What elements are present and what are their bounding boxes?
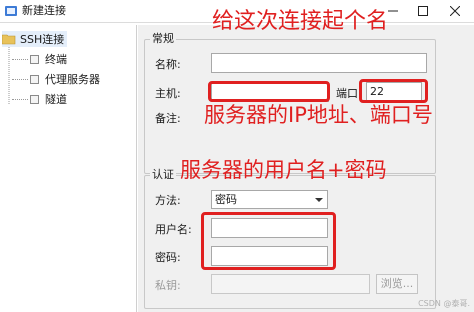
tree-item-label: SSH连接: [20, 33, 65, 46]
name-annotation: 给这次连接起个名: [212, 9, 389, 34]
method-select[interactable]: 密码: [211, 190, 328, 209]
tree-item-label: 代理服务器: [45, 73, 100, 86]
maximize-button[interactable]: [408, 1, 438, 21]
credentials-annotation: 服务器的用户名+密码: [180, 158, 387, 182]
minimize-icon: [388, 10, 398, 12]
name-label: 名称:: [155, 58, 181, 71]
browse-button[interactable]: 浏览...: [376, 274, 418, 294]
tree-item-ssh[interactable]: SSH连接: [2, 31, 68, 47]
host-highlight-box: [208, 81, 330, 102]
port-label: 端口:: [336, 87, 362, 100]
close-button[interactable]: [440, 1, 470, 21]
tree-item-label: 终端: [45, 53, 67, 66]
tree-item-proxy[interactable]: 代理服务器: [12, 71, 100, 87]
window-title: 新建连接: [22, 4, 66, 17]
host-label: 主机:: [155, 87, 181, 100]
credentials-highlight-box: [201, 212, 336, 270]
chevron-down-icon: [315, 198, 323, 202]
method-label: 方法:: [155, 194, 181, 207]
auth-group-title: 认证: [150, 168, 176, 181]
navigation-tree: SSH连接 终端 代理服务器 隧道: [0, 25, 137, 312]
general-group-title: 常规: [150, 32, 176, 45]
leaf-icon: [30, 74, 39, 84]
name-input[interactable]: [211, 53, 427, 73]
tree-item-tunnel[interactable]: 隧道: [12, 91, 67, 107]
username-label: 用户名:: [155, 223, 192, 236]
leaf-icon: [30, 94, 39, 104]
method-select-value: 密码: [215, 193, 237, 206]
note-label: 备注:: [155, 112, 181, 125]
leaf-icon: [30, 54, 39, 64]
tree-item-label: 隧道: [45, 93, 67, 106]
tree-connector: [12, 78, 28, 80]
close-icon: [450, 6, 460, 16]
tree-item-terminal[interactable]: 终端: [12, 51, 67, 67]
folder-open-icon: [2, 34, 16, 45]
tree-connector: [12, 58, 28, 60]
host-port-annotation: 服务器的IP地址、端口号: [204, 103, 433, 127]
private-key-label: 私钥:: [155, 279, 181, 292]
watermark: CSDN @泰哥.: [418, 299, 470, 308]
password-label: 密码:: [155, 251, 181, 264]
maximize-icon: [418, 6, 428, 16]
port-highlight-box: [359, 79, 428, 103]
private-key-input[interactable]: [211, 274, 370, 294]
tree-connector: [12, 98, 28, 100]
tree-guide-line: [8, 47, 10, 105]
app-icon: [5, 6, 17, 16]
